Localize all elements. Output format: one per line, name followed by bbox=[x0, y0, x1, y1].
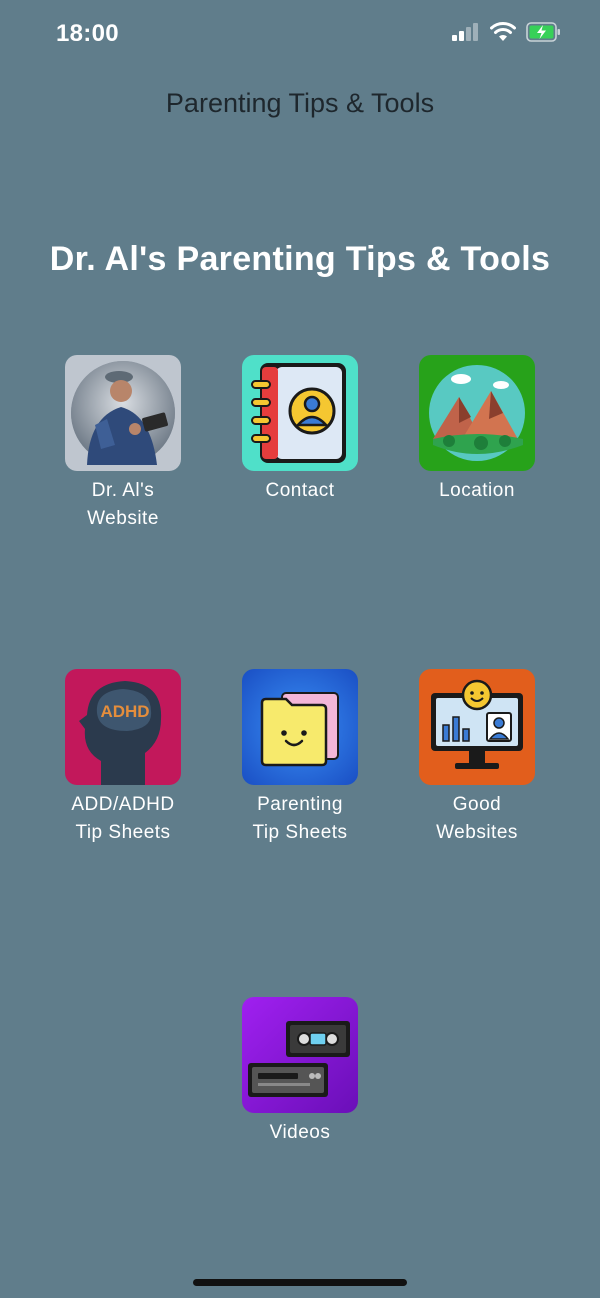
tile-label: Contact bbox=[212, 477, 388, 505]
tile-label-line2: Tip Sheets bbox=[252, 822, 348, 843]
tile-label-line1: Good bbox=[452, 794, 502, 815]
tile-dr-als-website[interactable]: Dr. Al's Website bbox=[35, 355, 211, 533]
monitor-dashboard-icon bbox=[419, 669, 535, 785]
tile-label-line2: Websites bbox=[436, 822, 518, 843]
tile-label-line1: ADD/ADHD bbox=[71, 794, 175, 815]
tile-label: Dr. Al's Website bbox=[35, 477, 211, 533]
tile-parenting-tip-sheets[interactable]: Parenting Tip Sheets bbox=[212, 669, 388, 847]
home-indicator[interactable] bbox=[193, 1279, 407, 1286]
tile-videos[interactable]: Videos bbox=[212, 997, 388, 1147]
tile-label: Parenting Tip Sheets bbox=[212, 791, 388, 847]
tile-label: ADD/ADHD Tip Sheets bbox=[35, 791, 211, 847]
tile-label: Good Websites bbox=[389, 791, 565, 847]
tile-label-line1: Location bbox=[439, 480, 515, 501]
cellular-signal-icon bbox=[452, 23, 478, 41]
head-adhd-icon: ADHD bbox=[65, 669, 181, 785]
tile-label-line1: Parenting bbox=[257, 794, 343, 815]
tile-location[interactable]: Location bbox=[389, 355, 565, 505]
status-icons bbox=[452, 22, 562, 42]
person-photo-icon bbox=[65, 355, 181, 471]
wifi-icon bbox=[490, 22, 516, 41]
mountains-icon bbox=[419, 355, 535, 471]
tile-label: Videos bbox=[212, 1119, 388, 1147]
tile-label-line2: Tip Sheets bbox=[75, 822, 171, 843]
address-book-icon bbox=[242, 355, 358, 471]
adhd-icon-text: ADHD bbox=[100, 702, 149, 721]
tile-label-line1: Videos bbox=[269, 1122, 331, 1143]
battery-charging-icon bbox=[526, 22, 560, 42]
vhs-player-icon bbox=[242, 997, 358, 1113]
page-heading: Dr. Al's Parenting Tips & Tools bbox=[49, 240, 551, 278]
nav-title: Parenting Tips & Tools bbox=[165, 88, 435, 118]
tile-good-websites[interactable]: Good Websites bbox=[389, 669, 565, 847]
status-time: 18:00 bbox=[56, 20, 119, 47]
tile-label-line2: Website bbox=[87, 508, 159, 529]
tile-label-line1: Contact bbox=[265, 480, 335, 501]
smiley-folder-icon bbox=[242, 669, 358, 785]
tile-label-line1: Dr. Al's bbox=[91, 480, 155, 501]
tile-add-adhd-tip-sheets[interactable]: ADHD ADD/ADHD Tip Sheets bbox=[35, 669, 211, 847]
status-bar: 18:00 bbox=[0, 0, 600, 70]
tile-contact[interactable]: Contact bbox=[212, 355, 388, 505]
tile-label: Location bbox=[389, 477, 565, 505]
